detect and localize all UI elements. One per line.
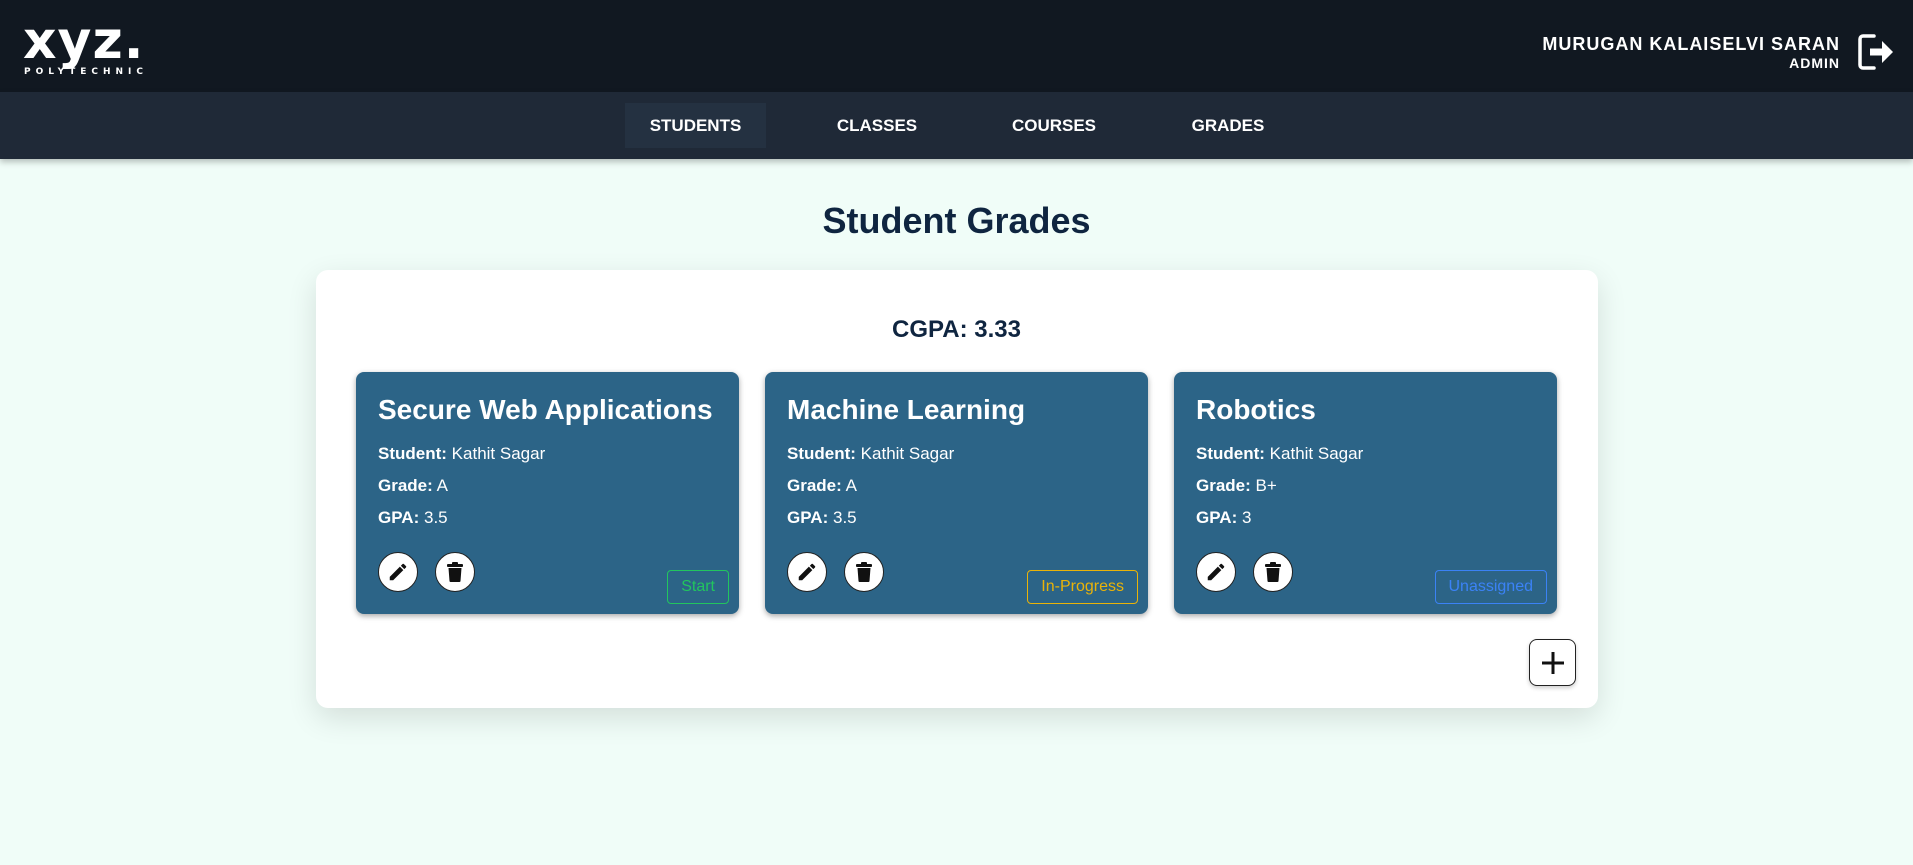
gpa-value: 3 <box>1241 508 1252 527</box>
user-name: MURUGAN KALAISELVI SARAN <box>1542 34 1840 54</box>
trash-icon <box>856 562 872 582</box>
student-field: Student: Kathit Sagar <box>787 438 1126 470</box>
main-nav: STUDENTS CLASSES COURSES GRADES <box>0 92 1913 159</box>
student-value: Kathit Sagar <box>1269 444 1364 463</box>
student-value: Kathit Sagar <box>860 444 955 463</box>
delete-button[interactable] <box>435 552 475 592</box>
field-label: Grade: <box>378 476 433 495</box>
student-value: Kathit Sagar <box>451 444 546 463</box>
nav-students[interactable]: STUDENTS <box>625 103 766 148</box>
trash-icon <box>447 562 463 582</box>
gpa-field: GPA: 3.5 <box>787 502 1126 534</box>
trash-icon <box>1265 562 1281 582</box>
logo-text: xyz. <box>23 11 145 71</box>
field-label: GPA: <box>787 508 829 527</box>
gpa-field: GPA: 3.5 <box>378 502 717 534</box>
nav-courses[interactable]: COURSES <box>995 103 1113 148</box>
pencil-icon <box>389 563 407 581</box>
field-label: GPA: <box>378 508 420 527</box>
grade-field: Grade: A <box>378 470 717 502</box>
logout-icon[interactable] <box>1856 31 1896 73</box>
nav-classes[interactable]: CLASSES <box>817 103 937 148</box>
grade-field: Grade: B+ <box>1196 470 1535 502</box>
field-label: Student: <box>1196 444 1265 463</box>
grade-card: Secure Web Applications Student: Kathit … <box>356 372 739 614</box>
grade-card: Robotics Student: Kathit Sagar Grade: B+… <box>1174 372 1557 614</box>
add-grade-button[interactable] <box>1529 639 1576 686</box>
edit-button[interactable] <box>378 552 418 592</box>
gpa-value: 3.5 <box>423 508 448 527</box>
grade-value: A <box>845 476 857 495</box>
cgpa-label: CGPA: <box>892 316 968 343</box>
course-title: Secure Web Applications <box>378 394 713 425</box>
user-role: ADMIN <box>1789 55 1840 71</box>
gpa-field: GPA: 3 <box>1196 502 1535 534</box>
logo-subtext: POLYTECHNIC <box>24 67 149 77</box>
plus-icon <box>1541 651 1564 674</box>
grade-value: A <box>436 476 448 495</box>
status-badge: In-Progress <box>1027 570 1138 604</box>
top-header: xyz. POLYTECHNIC MURUGAN KALAISELVI SARA… <box>0 0 1913 92</box>
pencil-icon <box>798 563 816 581</box>
student-field: Student: Kathit Sagar <box>1196 438 1535 470</box>
student-field: Student: Kathit Sagar <box>378 438 717 470</box>
cgpa-value: 3.33 <box>974 316 1021 343</box>
grade-value: B+ <box>1255 476 1277 495</box>
pencil-icon <box>1207 563 1225 581</box>
field-label: Student: <box>378 444 447 463</box>
edit-button[interactable] <box>787 552 827 592</box>
field-label: GPA: <box>1196 508 1238 527</box>
course-title: Robotics <box>1196 394 1316 425</box>
grade-card: Machine Learning Student: Kathit Sagar G… <box>765 372 1148 614</box>
nav-grades[interactable]: GRADES <box>1173 103 1283 148</box>
user-info: MURUGAN KALAISELVI SARAN ADMIN <box>1542 34 1840 71</box>
delete-button[interactable] <box>1253 552 1293 592</box>
cgpa-display: CGPA: 3.33 <box>0 316 1913 344</box>
status-badge: Unassigned <box>1434 570 1547 604</box>
gpa-value: 3.5 <box>832 508 857 527</box>
grade-field: Grade: A <box>787 470 1126 502</box>
field-label: Grade: <box>1196 476 1251 495</box>
course-title: Machine Learning <box>787 394 1026 425</box>
field-label: Grade: <box>787 476 842 495</box>
page-title: Student Grades <box>822 200 1091 241</box>
field-label: Student: <box>787 444 856 463</box>
status-badge: Start <box>667 570 729 604</box>
logo[interactable]: xyz. POLYTECHNIC <box>23 11 149 77</box>
delete-button[interactable] <box>844 552 884 592</box>
edit-button[interactable] <box>1196 552 1236 592</box>
